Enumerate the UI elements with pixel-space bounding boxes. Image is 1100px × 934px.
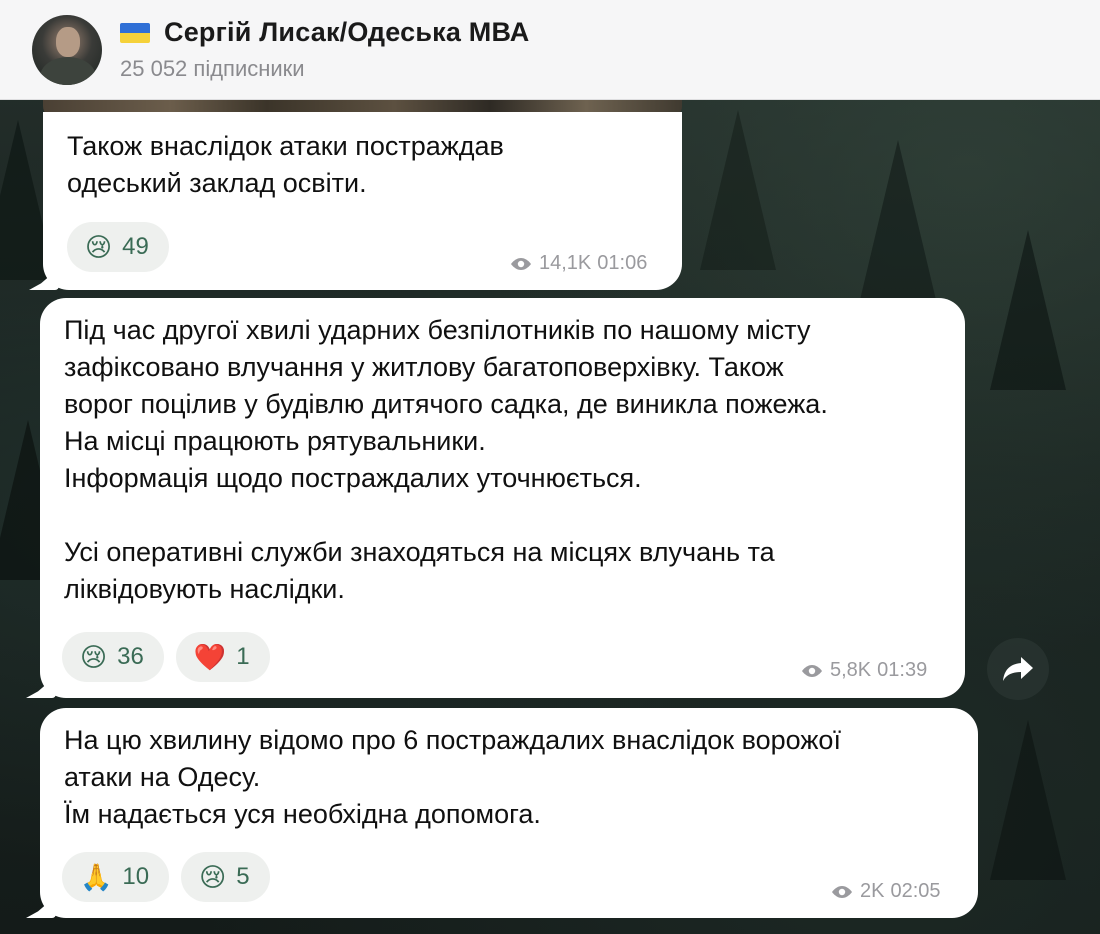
reaction-heart[interactable]: ❤️ 1 bbox=[175, 632, 270, 682]
message-text: Під час другої хвилі ударних безпілотник… bbox=[64, 315, 828, 604]
view-count: 5,8K bbox=[830, 659, 872, 681]
ukraine-flag-icon bbox=[120, 22, 150, 43]
crying-face-icon: 😢 bbox=[199, 862, 227, 892]
channel-header[interactable]: Сергій Лисак/Одеська МВА 25 052 підписни… bbox=[0, 0, 1100, 100]
view-count: 2K bbox=[860, 880, 885, 902]
message-bubble[interactable]: Також внаслідок атаки постраждав одеськи… bbox=[29, 112, 682, 290]
subscriber-count: 25 052 підписники bbox=[120, 56, 305, 81]
reaction-crying[interactable]: 😢 49 bbox=[67, 222, 169, 272]
reaction-count: 49 bbox=[122, 233, 149, 260]
share-arrow-icon bbox=[1003, 657, 1033, 681]
message-time: 01:06 bbox=[597, 252, 648, 274]
channel-avatar[interactable] bbox=[32, 14, 102, 85]
heart-icon: ❤️ bbox=[193, 642, 227, 672]
message-text: Також внаслідок атаки постраждав одеськи… bbox=[67, 131, 504, 198]
reaction-count: 1 bbox=[236, 643, 250, 670]
share-button[interactable] bbox=[987, 638, 1049, 700]
crying-face-icon: 😢 bbox=[85, 232, 113, 262]
eye-icon bbox=[832, 885, 852, 898]
channel-name[interactable]: Сергій Лисак/Одеська МВА bbox=[164, 17, 530, 48]
reaction-count: 36 bbox=[117, 643, 144, 670]
reaction-count: 10 bbox=[122, 863, 150, 890]
view-count: 14,1K bbox=[539, 252, 592, 274]
eye-icon bbox=[511, 257, 531, 270]
message-time: 02:05 bbox=[890, 880, 941, 902]
message-text: На цю хвилину відомо про 6 постраждалих … bbox=[64, 725, 841, 829]
eye-icon bbox=[802, 664, 822, 677]
reaction-crying[interactable]: 😢 36 bbox=[62, 632, 164, 682]
reaction-praying[interactable]: 🙏 10 bbox=[62, 852, 170, 902]
message-bubble[interactable]: Під час другої хвилі ударних безпілотник… bbox=[26, 298, 965, 698]
message-time: 01:39 bbox=[877, 659, 928, 681]
praying-hands-icon: 🙏 bbox=[80, 862, 113, 892]
reaction-crying[interactable]: 😢 5 bbox=[181, 852, 270, 902]
reaction-count: 5 bbox=[236, 863, 250, 890]
crying-face-icon: 😢 bbox=[80, 642, 108, 672]
message-bubble[interactable]: На цю хвилину відомо про 6 постраждалих … bbox=[26, 708, 978, 918]
